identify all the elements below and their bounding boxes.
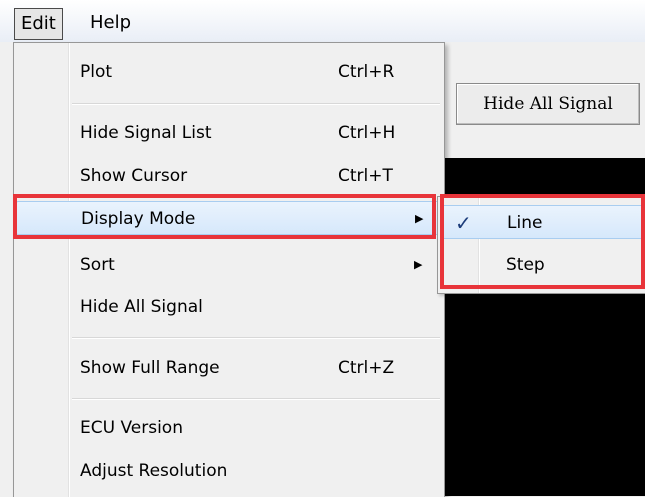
menu-item-label: Sort <box>80 255 115 275</box>
highlight-box-submenu <box>440 194 645 289</box>
menu-edit[interactable]: Edit <box>14 8 63 40</box>
menu-help[interactable]: Help <box>82 8 139 38</box>
menu-item-label: ECU Version <box>80 418 183 438</box>
menu-item-shortcut: Ctrl+Z <box>338 358 395 378</box>
menu-item-label: Adjust Resolution <box>80 461 228 481</box>
menu-item-show-cursor[interactable]: Show Cursor Ctrl+T <box>16 159 440 193</box>
highlight-box-display-mode <box>13 194 436 239</box>
menu-item-shortcut: Ctrl+H <box>338 123 396 143</box>
menu-item-show-full-range[interactable]: Show Full Range Ctrl+Z <box>16 351 440 385</box>
menu-item-ecu-version[interactable]: ECU Version <box>16 411 440 445</box>
menu-item-sort[interactable]: Sort ▶ <box>16 248 440 282</box>
menu-separator <box>72 398 440 400</box>
menu-item-plot[interactable]: Plot Ctrl+R <box>16 55 440 89</box>
edit-menu-dropdown: Plot Ctrl+R Hide Signal List Ctrl+H Show… <box>13 42 445 497</box>
menu-separator <box>72 337 440 339</box>
menu-item-label: Show Cursor <box>80 166 188 186</box>
hide-all-signal-button[interactable]: Hide All Signal <box>456 83 640 125</box>
menu-item-shortcut: Ctrl+R <box>338 62 395 82</box>
menu-item-adjust-resolution[interactable]: Adjust Resolution <box>16 454 440 488</box>
submenu-arrow-icon: ▶ <box>414 258 423 271</box>
menu-separator <box>72 103 440 105</box>
menu-item-label: Plot <box>80 62 113 82</box>
menu-item-hide-signal-list[interactable]: Hide Signal List Ctrl+H <box>16 116 440 150</box>
menu-item-label: Hide All Signal <box>80 297 203 317</box>
menu-item-hide-all-signal[interactable]: Hide All Signal <box>16 290 440 324</box>
menu-item-label: Show Full Range <box>80 358 220 378</box>
menu-item-label: Hide Signal List <box>80 123 212 143</box>
menu-item-shortcut: Ctrl+T <box>338 166 393 186</box>
menu-bar: Edit Help <box>0 0 645 42</box>
